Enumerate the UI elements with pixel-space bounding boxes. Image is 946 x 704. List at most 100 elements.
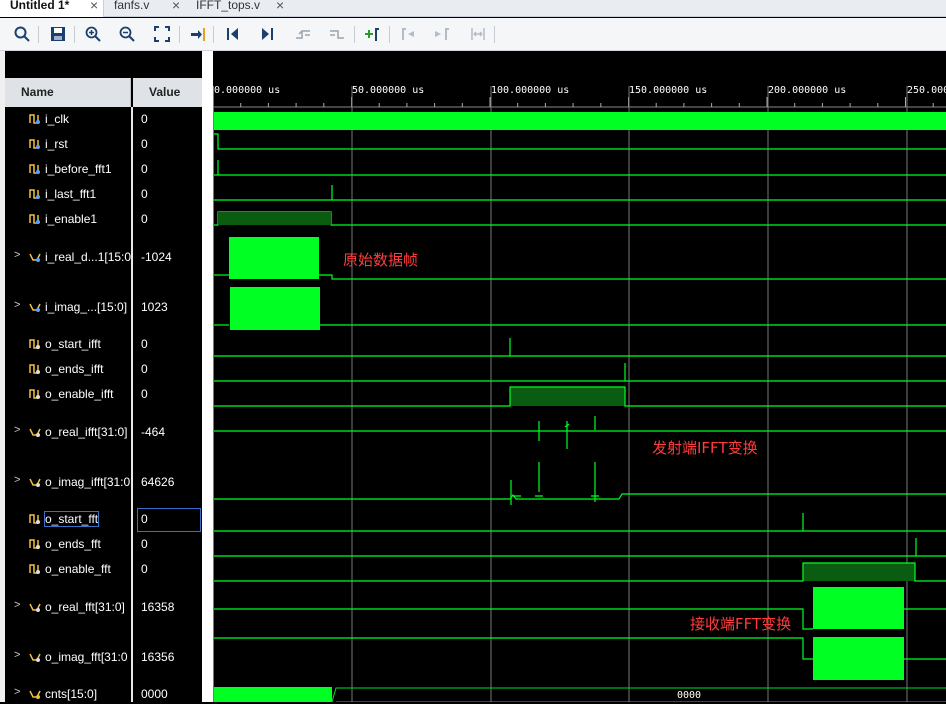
output-bit-signal-icon — [29, 363, 41, 375]
output-bit-signal-icon — [29, 563, 41, 575]
waveform-canvas[interactable]: 0.000000 us 50.000000 us 100.000000 us 1… — [213, 78, 946, 702]
o-start-fft-waveform — [214, 513, 946, 532]
pane-splitter[interactable] — [202, 51, 213, 702]
output-bit-signal-icon — [29, 538, 41, 550]
toolbar-separator — [38, 26, 39, 43]
swap-cursors-icon[interactable] — [467, 24, 489, 44]
go-to-start-icon[interactable] — [222, 24, 244, 44]
signal-value: 0 — [141, 337, 148, 351]
bus-signal-icon — [29, 251, 41, 263]
signal-row-o-imag-fft[interactable]: > o_imag_fft[31:0 — [5, 647, 131, 667]
signal-row-i-rst[interactable]: i_rst — [5, 134, 131, 154]
close-icon[interactable]: × — [90, 0, 98, 12]
signal-row-o-imag-ifft[interactable]: > o_imag_ifft[31:0 — [5, 472, 131, 492]
close-icon[interactable]: × — [172, 0, 180, 12]
signal-value: -1024 — [141, 250, 172, 264]
signal-value: 0 — [141, 362, 148, 376]
o-imag-fft-waveform — [214, 637, 813, 660]
value-column-header[interactable]: Value — [133, 78, 202, 107]
i-rst-waveform — [214, 133, 946, 150]
signal-row-o-start-ifft[interactable]: o_start_ifft — [5, 334, 131, 354]
signal-row-o-start-fft[interactable]: o_start_fft — [5, 509, 131, 529]
i-real-d-bus-activity — [229, 237, 319, 279]
next-marker-icon[interactable] — [431, 24, 453, 44]
signal-row-i-before-fft1[interactable]: i_before_fft1 — [5, 159, 131, 179]
signal-value: 0 — [141, 187, 148, 201]
signal-value: 16358 — [141, 600, 175, 614]
previous-marker-icon[interactable] — [397, 24, 419, 44]
output-bus-signal-icon — [29, 426, 41, 438]
signal-name: i_imag_...[15:0] — [45, 300, 128, 314]
signal-row-o-real-ifft[interactable]: > o_real_ifft[31:0] — [5, 422, 131, 442]
name-column-header[interactable]: Name — [5, 78, 131, 107]
tab-fanfs[interactable]: fanfs.v × — [104, 0, 188, 17]
expand-chevron-icon[interactable]: > — [14, 686, 20, 698]
signal-row-o-enable-fft[interactable]: o_enable_fft — [5, 559, 131, 579]
go-to-end-icon[interactable] — [256, 24, 278, 44]
signal-row-o-real-fft[interactable]: > o_real_fft[31:0] — [5, 597, 131, 617]
signal-name: i_before_fft1 — [45, 162, 112, 176]
signal-value: 0 — [141, 387, 148, 401]
expand-chevron-icon[interactable]: > — [14, 249, 20, 261]
signal-name: o_enable_ifft — [45, 387, 114, 401]
signal-row-i-last-fft1[interactable]: i_last_fft1 — [5, 184, 131, 204]
bus-signal-icon — [29, 301, 41, 313]
signal-name-selected[interactable]: o_start_fft — [43, 511, 100, 527]
timeline-tick-label: 250.000000 us — [907, 85, 946, 96]
go-to-cursor-icon[interactable] — [187, 24, 209, 44]
i-enable1-high-fill — [218, 212, 331, 225]
signal-row-cnts[interactable]: > cnts[15:0] — [5, 684, 131, 704]
signal-name: i_real_d...1[15:0 — [45, 250, 132, 264]
bit-signal-icon — [29, 163, 41, 175]
next-transition-icon[interactable] — [326, 24, 348, 44]
tab-ifft-tops[interactable]: IFFT_tops.v × — [186, 0, 290, 17]
expand-chevron-icon[interactable]: > — [14, 299, 20, 311]
bit-signal-icon — [29, 213, 41, 225]
timeline-ruler[interactable]: 0.000000 us 50.000000 us 100.000000 us 1… — [213, 85, 946, 108]
signal-value: 0 — [141, 512, 148, 526]
signal-name: i_clk — [45, 112, 70, 126]
signal-name: i_enable1 — [45, 212, 98, 226]
zoom-fit-icon[interactable] — [151, 24, 173, 44]
signal-name: o_real_ifft[31:0] — [45, 425, 128, 439]
signal-name: o_enable_fft — [45, 562, 111, 576]
i-imag-bus-activity — [230, 287, 320, 330]
expand-chevron-icon[interactable]: > — [14, 599, 20, 611]
signal-name: o_real_fft[31:0] — [45, 600, 125, 614]
o-imag-ifft-waveform — [214, 462, 946, 505]
o-real-fft-bus-activity — [813, 587, 904, 629]
expand-chevron-icon[interactable]: > — [14, 649, 20, 661]
i-before-fft1-waveform — [214, 160, 946, 176]
zoom-out-icon[interactable] — [116, 24, 138, 44]
signal-name: cnts[15:0] — [45, 687, 98, 701]
column-divider[interactable] — [131, 107, 133, 702]
expand-chevron-icon[interactable]: > — [14, 424, 20, 436]
close-icon[interactable]: × — [276, 0, 284, 12]
timeline-tick-label: 0.000000 us — [214, 85, 280, 96]
tab-untitled-1[interactable]: Untitled 1* × — [0, 0, 104, 17]
signal-row-i-real-d[interactable]: > i_real_d...1[15:0 — [5, 247, 131, 267]
signal-row-o-ends-ifft[interactable]: o_ends_ifft — [5, 359, 131, 379]
signal-row-o-ends-fft[interactable]: o_ends_fft — [5, 534, 131, 554]
signal-value: -464 — [141, 425, 166, 439]
tab-label: Untitled 1* — [10, 0, 70, 12]
previous-transition-icon[interactable] — [292, 24, 314, 44]
add-marker-icon[interactable] — [361, 24, 383, 44]
bit-signal-icon — [29, 113, 41, 125]
signal-row-o-enable-ifft[interactable]: o_enable_ifft — [5, 384, 131, 404]
signal-row-i-imag[interactable]: > i_imag_...[15:0] — [5, 297, 131, 317]
output-bit-signal-icon — [29, 338, 41, 350]
save-icon[interactable] — [47, 24, 69, 44]
toolbar-separator — [213, 26, 214, 43]
annotation-transmitter-ifft: 发射端IFFT变换 — [652, 439, 758, 457]
signal-row-i-clk[interactable]: i_clk — [5, 109, 131, 129]
zoom-search-icon[interactable] — [11, 24, 33, 44]
toolbar-separator — [179, 26, 180, 43]
signal-row-i-enable1[interactable]: i_enable1 — [5, 209, 131, 229]
zoom-in-icon[interactable] — [82, 24, 104, 44]
annotation-receiver-fft: 接收端FFT变换 — [690, 615, 791, 633]
expand-chevron-icon[interactable]: > — [14, 474, 20, 486]
toolbar-separator — [494, 26, 495, 43]
signal-value: 0 — [141, 162, 148, 176]
signal-value: 16356 — [141, 650, 175, 664]
